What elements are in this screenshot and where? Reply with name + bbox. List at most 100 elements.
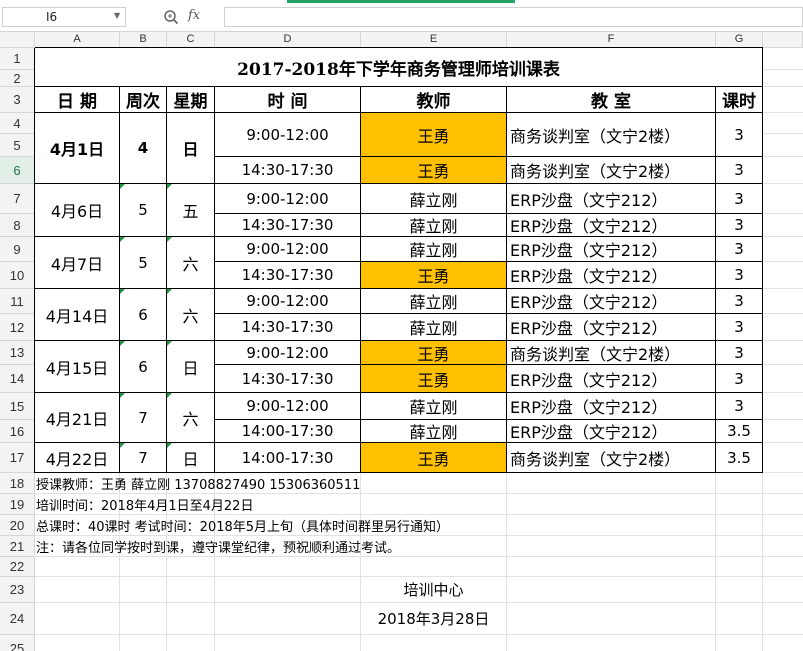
select-all-corner[interactable] [0, 32, 35, 48]
teacher-cell[interactable]: 薛立刚 [361, 420, 506, 442]
hours-cell[interactable]: 3 [716, 113, 762, 156]
column-header[interactable]: E [361, 32, 507, 48]
hours-cell[interactable]: 3 [716, 314, 762, 340]
room-cell[interactable]: ERP沙盘（文宁212） [507, 420, 715, 442]
room-cell[interactable]: ERP沙盘（文宁212） [507, 314, 715, 340]
room-cell[interactable]: 商务谈判室（文宁2楼） [507, 443, 715, 472]
column-header[interactable]: F [507, 32, 716, 48]
magnifier-icon[interactable] [163, 9, 179, 25]
column-header-date[interactable]: 日 期 [35, 87, 119, 112]
hours-cell[interactable]: 3 [716, 157, 762, 183]
date-cell[interactable]: 4月14日 [35, 289, 119, 340]
teacher-cell[interactable]: 王勇 [361, 365, 506, 392]
hours-cell[interactable]: 3 [716, 289, 762, 313]
row-header[interactable]: 21 [0, 536, 35, 557]
row-header[interactable]: 14 [0, 365, 35, 393]
column-header[interactable]: B [120, 32, 167, 48]
room-cell[interactable]: 商务谈判室（文宁2楼） [507, 157, 715, 183]
row-header[interactable]: 23 [0, 577, 35, 603]
teacher-cell[interactable]: 王勇 [361, 341, 506, 364]
formula-input[interactable] [224, 7, 803, 27]
row-header[interactable]: 25 [0, 635, 35, 651]
hours-cell[interactable]: 3 [716, 237, 762, 261]
room-cell[interactable]: ERP沙盘（文宁212） [507, 365, 715, 392]
room-cell[interactable]: ERP沙盘（文宁212） [507, 262, 715, 288]
teacher-cell[interactable]: 薛立刚 [361, 237, 506, 261]
week-cell[interactable]: 7 [120, 393, 166, 442]
column-header-week[interactable]: 周次 [120, 87, 166, 112]
teacher-cell[interactable]: 薛立刚 [361, 393, 506, 419]
column-header[interactable] [763, 32, 803, 48]
row-header[interactable]: 2 [0, 70, 35, 87]
column-header[interactable]: D [215, 32, 361, 48]
time-cell[interactable]: 14:30-17:30 [215, 314, 360, 340]
week-cell[interactable]: 6 [120, 289, 166, 340]
room-cell[interactable]: ERP沙盘（文宁212） [507, 289, 715, 313]
weekday-cell[interactable]: 五 [167, 184, 214, 236]
room-cell[interactable]: ERP沙盘（文宁212） [507, 184, 715, 213]
column-header[interactable]: A [35, 32, 120, 48]
room-cell[interactable]: ERP沙盘（文宁212） [507, 214, 715, 236]
row-header[interactable]: 5 [0, 134, 35, 157]
row-header[interactable]: 10 [0, 262, 35, 289]
room-cell[interactable]: 商务谈判室（文宁2楼） [507, 113, 715, 156]
room-cell[interactable]: ERP沙盘（文宁212） [507, 237, 715, 261]
row-header[interactable]: 11 [0, 289, 35, 314]
time-cell[interactable]: 14:30-17:30 [215, 214, 360, 236]
row-header[interactable]: 9 [0, 237, 35, 262]
column-header[interactable]: G [716, 32, 763, 48]
time-cell[interactable]: 9:00-12:00 [215, 289, 360, 313]
date-cell[interactable]: 4月15日 [35, 341, 119, 392]
hours-cell[interactable]: 3 [716, 341, 762, 364]
weekday-cell[interactable]: 日 [167, 113, 214, 183]
room-cell[interactable]: 商务谈判室（文宁2楼） [507, 341, 715, 364]
row-header[interactable]: 19 [0, 494, 35, 515]
teacher-cell[interactable]: 薛立刚 [361, 214, 506, 236]
name-box[interactable]: I6 [2, 7, 126, 27]
time-cell[interactable]: 14:30-17:30 [215, 262, 360, 288]
row-header[interactable]: 22 [0, 557, 35, 577]
row-header[interactable]: 15 [0, 393, 35, 420]
row-header[interactable]: 24 [0, 603, 35, 635]
column-header-room[interactable]: 教 室 [507, 87, 715, 112]
time-cell[interactable]: 14:30-17:30 [215, 365, 360, 392]
hours-cell[interactable]: 3.5 [716, 443, 762, 472]
time-cell[interactable]: 14:00-17:30 [215, 420, 360, 442]
row-header[interactable]: 7 [0, 184, 35, 214]
fx-icon[interactable]: fx [188, 8, 200, 23]
date-cell[interactable]: 4月7日 [35, 237, 119, 288]
hours-cell[interactable]: 3.5 [716, 420, 762, 442]
date-cell[interactable]: 4月22日 [35, 443, 119, 472]
row-header[interactable]: 1 [0, 48, 35, 70]
week-cell[interactable]: 4 [120, 113, 166, 183]
column-header-teacher[interactable]: 教师 [361, 87, 506, 112]
teacher-cell[interactable]: 王勇 [361, 157, 506, 183]
column-header-hours[interactable]: 课时 [716, 87, 762, 112]
time-cell[interactable]: 9:00-12:00 [215, 184, 360, 213]
page-title[interactable]: 2017-2018年下学年商务管理师培训课表 [35, 48, 762, 86]
teacher-cell[interactable]: 薛立刚 [361, 184, 506, 213]
hours-cell[interactable]: 3 [716, 365, 762, 392]
column-header-time[interactable]: 时 间 [215, 87, 360, 112]
teacher-cell[interactable]: 王勇 [361, 443, 506, 472]
time-cell[interactable]: 9:00-12:00 [215, 113, 360, 156]
weekday-cell[interactable]: 六 [167, 237, 214, 288]
hours-cell[interactable]: 3 [716, 214, 762, 236]
row-header[interactable]: 3 [0, 87, 35, 113]
date-cell[interactable]: 4月21日 [35, 393, 119, 442]
date-cell[interactable]: 4月1日 [35, 113, 119, 183]
time-cell[interactable]: 9:00-12:00 [215, 393, 360, 419]
row-header[interactable]: 13 [0, 341, 35, 365]
hours-cell[interactable]: 3 [716, 184, 762, 213]
spreadsheet-grid[interactable]: A B C D E F G 1 2 3 4 5 6 7 8 9 10 11 12 13 14 15 16 17 18 19 20 21… [0, 32, 803, 651]
row-header[interactable]: 8 [0, 214, 35, 237]
row-header[interactable]: 12 [0, 314, 35, 341]
hours-cell[interactable]: 3 [716, 262, 762, 288]
weekday-cell[interactable]: 六 [167, 393, 214, 442]
row-header[interactable]: 18 [0, 473, 35, 494]
weekday-cell[interactable]: 六 [167, 289, 214, 340]
weekday-cell[interactable]: 日 [167, 341, 214, 392]
time-cell[interactable]: 14:30-17:30 [215, 157, 360, 183]
teacher-cell[interactable]: 薛立刚 [361, 314, 506, 340]
time-cell[interactable]: 9:00-12:00 [215, 341, 360, 364]
